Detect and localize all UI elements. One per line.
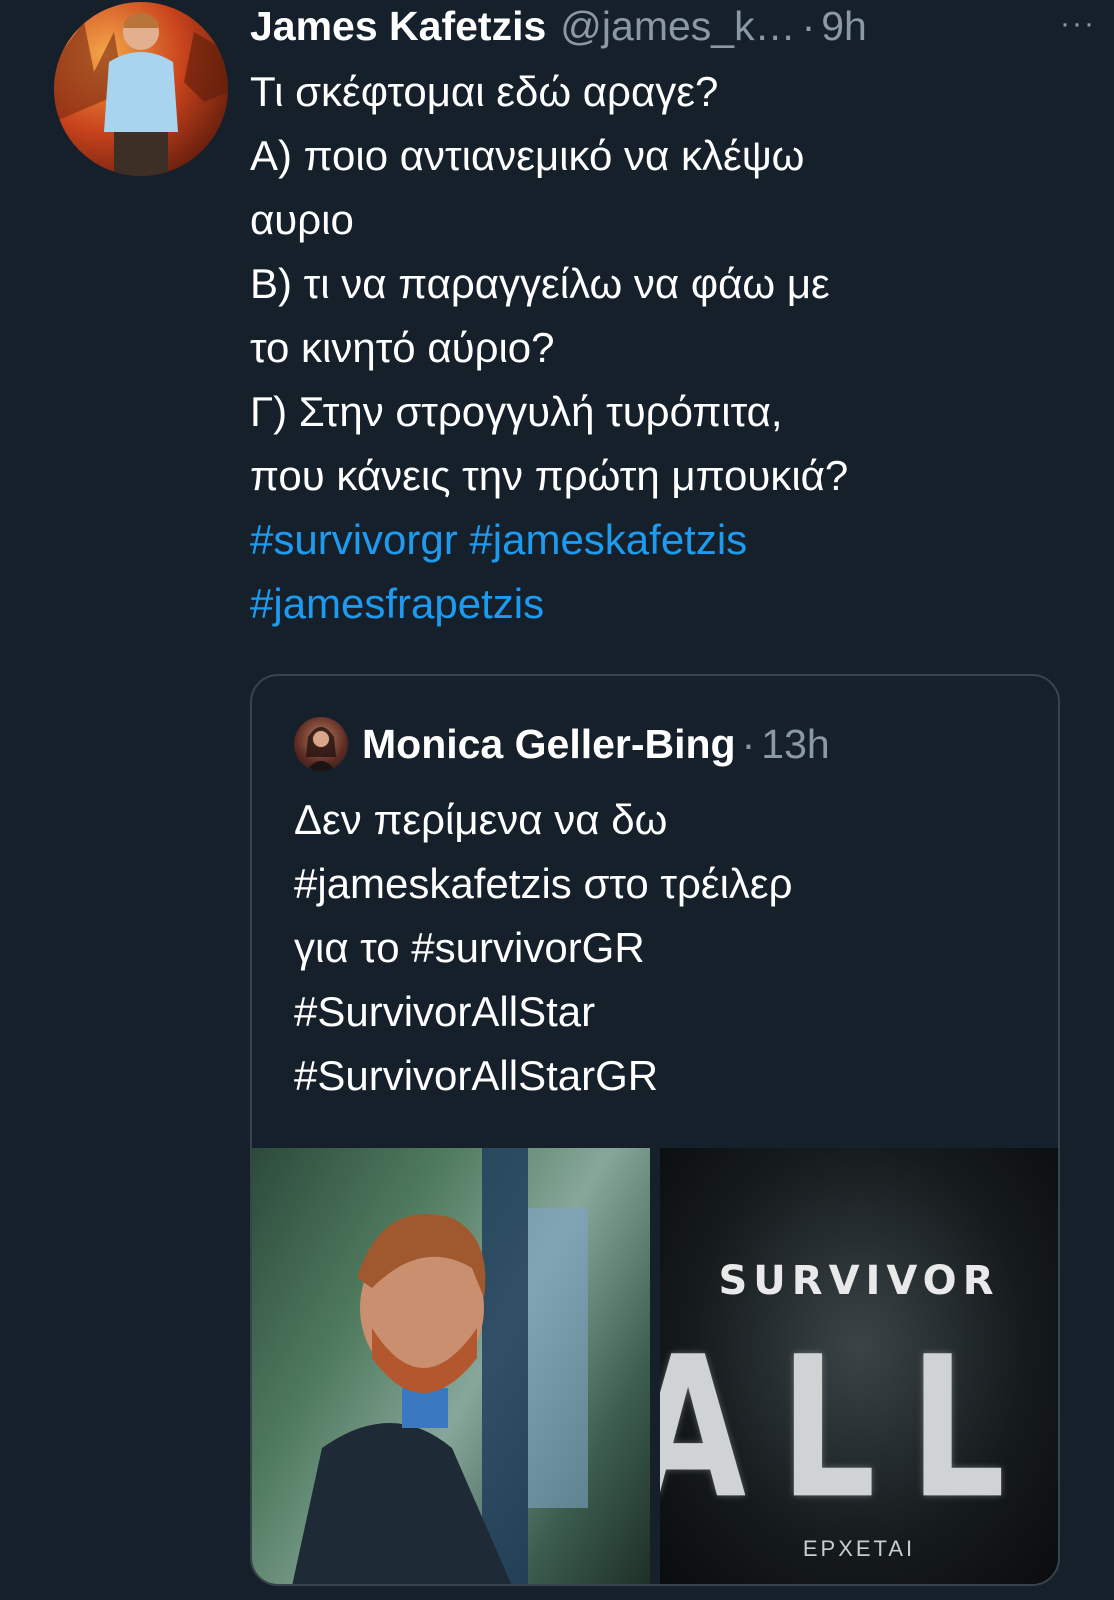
hashtag-link[interactable]: #jamesfrapetzis [250, 580, 544, 627]
quoted-line: Δεν περίμενα να δω [294, 796, 668, 843]
author-handle[interactable]: @james_k… [560, 3, 795, 50]
separator-dot: · [801, 2, 816, 49]
tweet-header: James Kafetzis @james_k… · 9h [250, 0, 1084, 52]
media-grid: SURVIVOR ALL STAR ΕΡΧΕΤΑΙ [252, 1148, 1058, 1584]
quoted-line: για το #survivorGR [294, 924, 645, 971]
quoted-author-name[interactable]: Monica Geller-Bing [362, 721, 736, 768]
quoted-line: #jameskafetzis στο τρέιλερ [294, 860, 793, 907]
coming-soon-text: ΕΡΧΕΤΑΙ [802, 1536, 916, 1561]
author-avatar[interactable] [54, 2, 228, 176]
tweet-line: Τι σκέφτομαι εδώ αραγε? [250, 68, 719, 115]
all-star-text: ALL STAR [660, 1316, 1058, 1543]
tweet-line: Γ) Στην στρογγυλή τυρόπιτα, [250, 388, 783, 435]
tweet-line: Β) τι να παραγγείλω να φάω με [250, 260, 830, 307]
separator-dot: · [741, 720, 756, 767]
quoted-author-avatar[interactable] [294, 717, 348, 771]
tweet[interactable]: James Kafetzis @james_k… · 9h ··· Τι σκέ… [0, 0, 1114, 1600]
hashtag-line: #survivorgr #jameskafetzis [250, 508, 1050, 572]
more-options-icon[interactable]: ··· [1050, 2, 1106, 46]
tweet-time[interactable]: 9h [821, 3, 867, 50]
tweet-body: Τι σκέφτομαι εδώ αραγε? Α) ποιο αντιανεμ… [250, 60, 1050, 636]
hashtag-link[interactable]: #survivorgr [250, 516, 458, 563]
tweet-line: αυριο [250, 196, 354, 243]
author-name[interactable]: James Kafetzis [250, 3, 546, 50]
tweet-line: Α) ποιο αντιανεμικό να κλέψω [250, 132, 805, 179]
tweet-line: το κινητό αύριο? [250, 324, 555, 371]
tweet-line: που κάνεις την πρώτη μπουκιά? [250, 452, 849, 499]
quoted-tweet[interactable]: Monica Geller-Bing · 13h Δεν περίμενα να… [250, 674, 1060, 1586]
media-image-right[interactable]: SURVIVOR ALL STAR ΕΡΧΕΤΑΙ [660, 1148, 1058, 1584]
media-image-left[interactable] [252, 1148, 650, 1584]
quoted-line: #SurvivorAllStar [294, 988, 596, 1035]
hashtag-line: #jamesfrapetzis [250, 572, 1050, 636]
survivor-logo-text: SURVIVOR [718, 1258, 1000, 1304]
hashtag-link[interactable]: #jameskafetzis [469, 516, 747, 563]
quoted-tweet-time[interactable]: 13h [761, 721, 829, 768]
quoted-tweet-body: Δεν περίμενα να δω #jameskafetzis στο τρ… [294, 788, 1014, 1108]
quoted-tweet-header: Monica Geller-Bing · 13h [294, 716, 830, 772]
quoted-line: #SurvivorAllStarGR [294, 1052, 659, 1099]
